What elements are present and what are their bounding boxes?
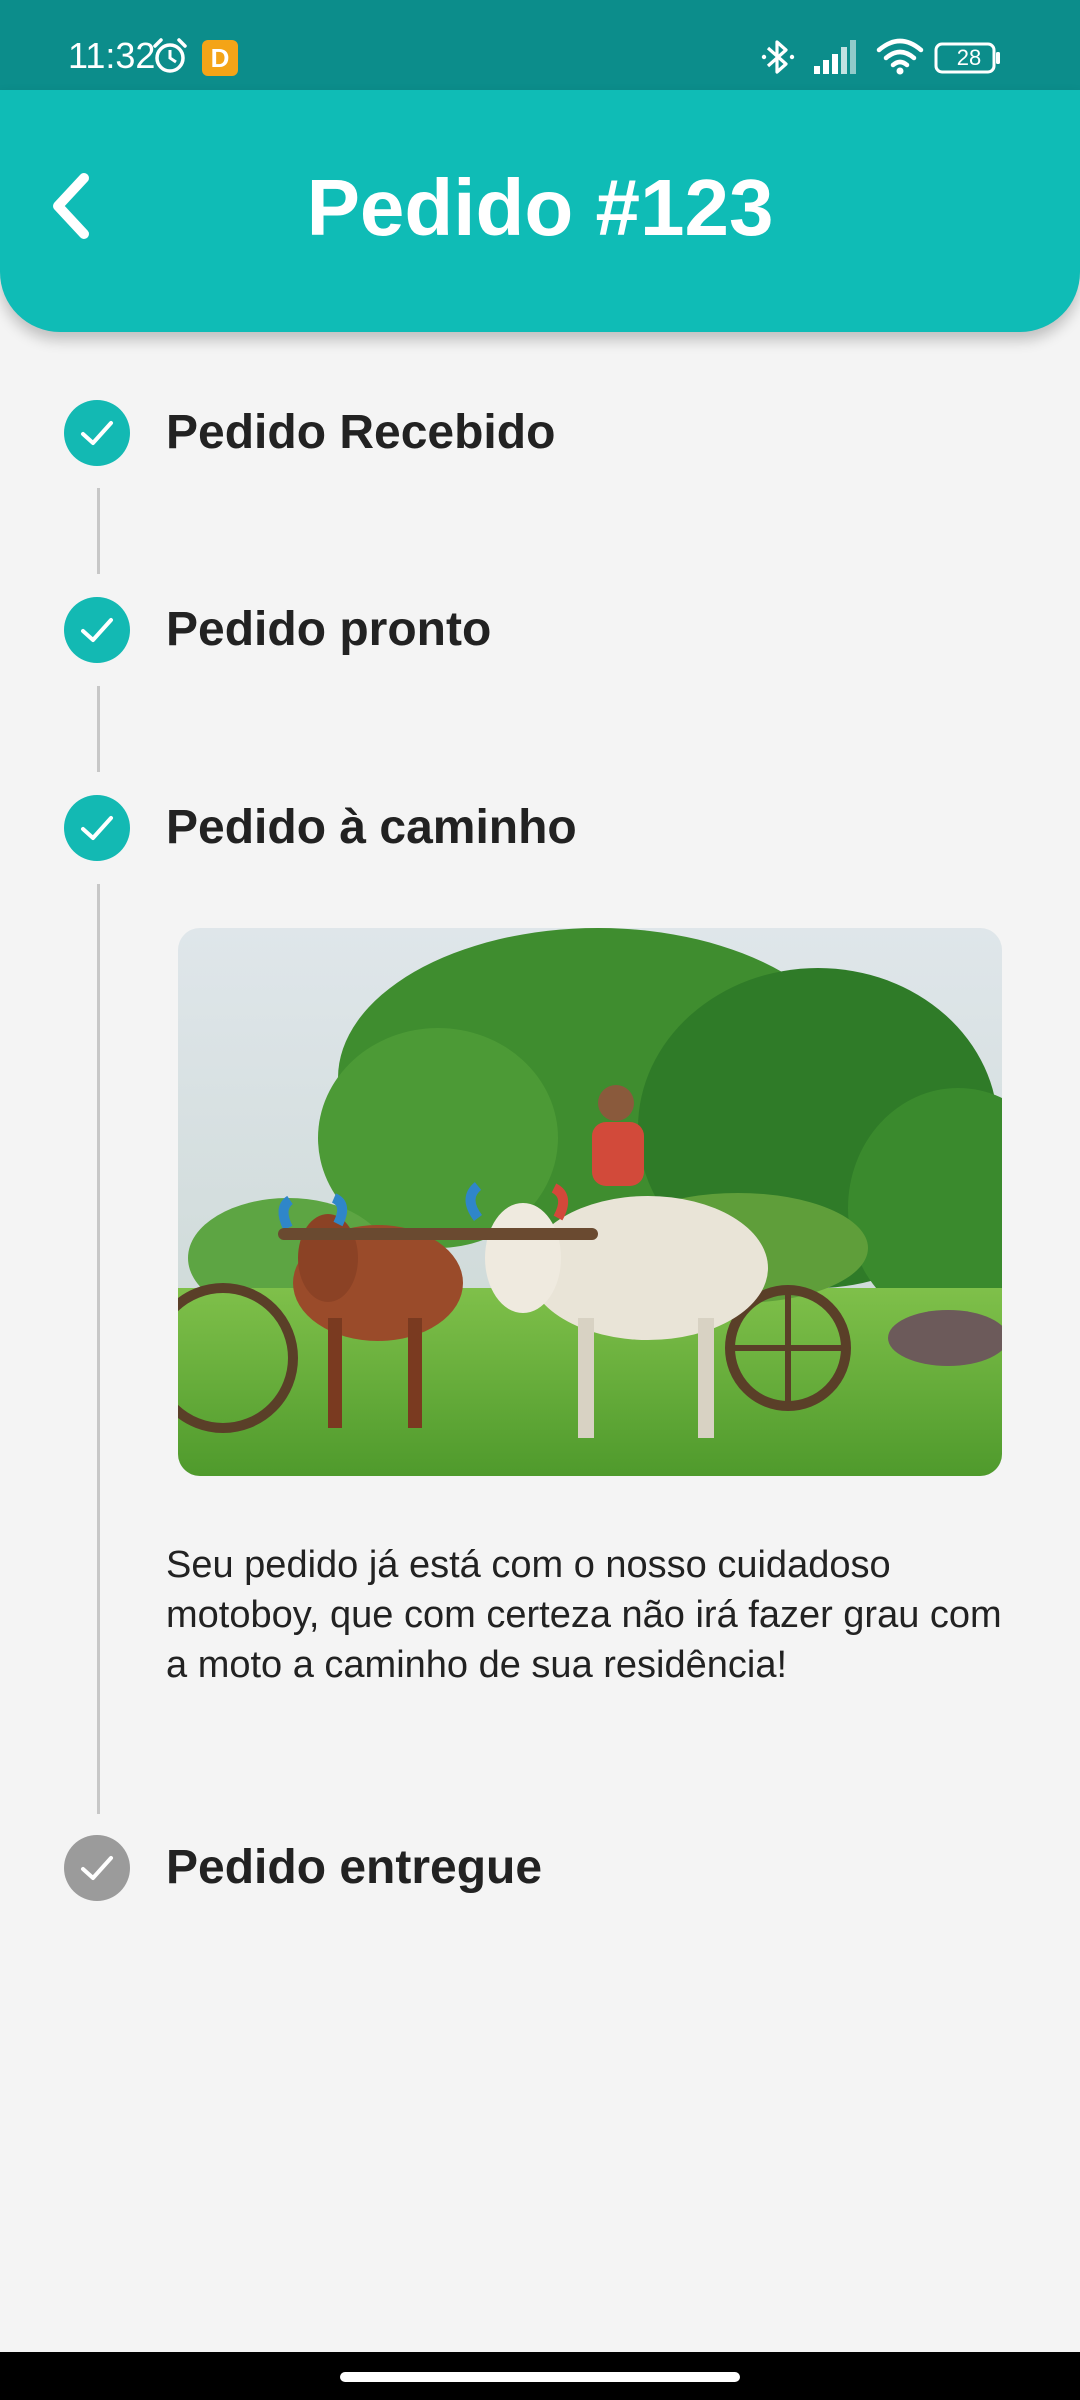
wifi-icon — [876, 38, 924, 75]
step-label: Pedido pronto — [166, 603, 492, 656]
timeline-connector — [97, 686, 100, 772]
step-label: Pedido entregue — [166, 1841, 543, 1894]
step-label: Pedido Recebido — [166, 406, 556, 459]
step-label: Pedido à caminho — [166, 801, 577, 854]
status-time: 11:32 — [68, 35, 156, 76]
app-header: Pedido #123 — [0, 90, 1080, 332]
page-title: Pedido #123 — [306, 163, 774, 252]
delivery-image — [178, 928, 1002, 1476]
bluetooth-icon — [761, 40, 795, 74]
home-indicator[interactable] — [340, 2372, 740, 2382]
signal-icon — [814, 40, 856, 74]
delivery-description: Seu pedido já está com o nosso cuidadoso… — [166, 1544, 1002, 1686]
status-bar: 11:32 D 28 — [0, 0, 1080, 90]
alarm-icon — [153, 38, 187, 73]
check-circle-icon — [64, 1835, 130, 1901]
check-circle-icon — [64, 400, 130, 466]
check-circle-icon — [64, 795, 130, 861]
timeline-connector — [97, 884, 100, 1814]
check-circle-icon — [64, 597, 130, 663]
app-notification-icon: D — [202, 40, 238, 76]
battery-level: 28 — [956, 45, 982, 70]
timeline-connector — [97, 488, 100, 574]
